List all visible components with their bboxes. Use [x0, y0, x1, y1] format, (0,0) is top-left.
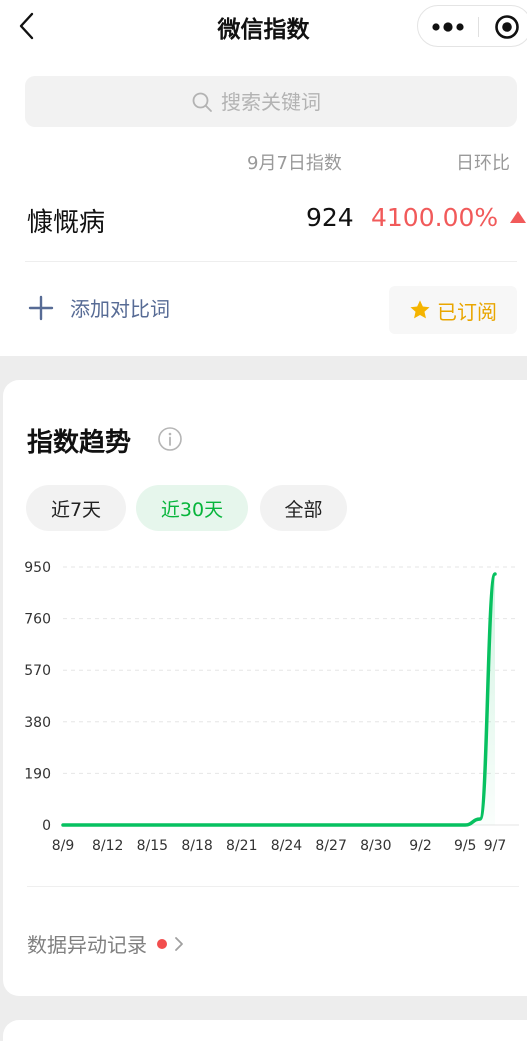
y-tick-label: 0 [42, 818, 51, 834]
data-point [419, 823, 422, 827]
more-dots-icon [432, 22, 464, 32]
subscribe-button[interactable]: 已订阅 [389, 286, 517, 334]
add-compare-label: 添加对比词 [70, 297, 170, 321]
x-tick-label: 9/5 [454, 838, 477, 854]
capsule-divider [478, 17, 479, 37]
search-icon [192, 92, 212, 112]
x-tick-label: 8/18 [181, 838, 212, 854]
keyword-name[interactable]: 慷慨病 [27, 202, 105, 239]
x-tick-label: 8/30 [360, 838, 391, 854]
more-button[interactable] [430, 16, 466, 38]
data-point [136, 823, 139, 827]
data-point [493, 572, 497, 576]
range-7-days-button[interactable]: 近7天 [26, 485, 126, 531]
x-tick-label: 8/27 [315, 838, 346, 854]
data-point [434, 823, 437, 827]
data-point [166, 823, 169, 827]
data-point [255, 823, 258, 827]
data-point [151, 823, 154, 827]
x-tick-label: 8/12 [92, 838, 123, 854]
y-tick-label: 760 [24, 612, 51, 628]
keyword-index-value: 924 [306, 203, 354, 232]
data-point [344, 823, 348, 827]
range-all-button[interactable]: 全部 [260, 485, 347, 531]
keyword-change-value: 4100.00% [371, 203, 499, 232]
info-icon[interactable] [157, 426, 183, 452]
data-point [404, 823, 407, 827]
trend-up-icon [510, 211, 526, 223]
trend-line-chart: 0 190 380 570 760 950 8/9 8/12 8/15 8/18 8/21 8/24… [24, 560, 519, 854]
search-bar[interactable] [25, 76, 517, 127]
y-tick-label: 950 [24, 560, 51, 576]
data-point [300, 823, 303, 827]
chevron-right-icon [175, 936, 183, 951]
y-tick-label: 380 [24, 715, 51, 731]
anomaly-records-link[interactable]: 数据异动记录 [27, 929, 185, 958]
y-tick-label: 570 [24, 663, 51, 679]
data-point [106, 823, 109, 827]
data-point [315, 823, 318, 827]
trend-area-fill [63, 574, 495, 825]
x-tick-label: 9/7 [484, 838, 507, 854]
trend-title: 指数趋势 [27, 428, 132, 458]
x-tick-label: 8/15 [137, 838, 168, 854]
mini-program-capsule [417, 5, 527, 47]
trend-card: 指数趋势 近7天 近30天 全部 0 190 380 570 760 950 8/9 8/1… [3, 380, 527, 996]
x-tick-label: 8/21 [226, 838, 257, 854]
card-divider [27, 886, 519, 887]
data-point [195, 823, 199, 827]
y-tick-label: 190 [24, 766, 51, 782]
add-compare-button[interactable]: 添加对比词 [28, 293, 170, 322]
range-30-days-button[interactable]: 近30天 [136, 485, 248, 531]
data-point [449, 823, 452, 827]
trend-series-line [61, 572, 497, 827]
data-point [91, 823, 94, 827]
star-icon [410, 300, 430, 319]
plus-icon [28, 295, 54, 320]
data-point [329, 823, 333, 827]
data-point [76, 823, 80, 827]
search-input[interactable] [221, 89, 351, 114]
x-tick-label: 8/9 [52, 838, 75, 854]
data-point [285, 823, 288, 827]
data-point [478, 817, 482, 821]
close-mini-program-button[interactable] [494, 14, 520, 40]
anomaly-records-label: 数据异动记录 [27, 933, 147, 957]
data-point [121, 823, 124, 827]
column-header-index: 9月7日指数 [247, 153, 342, 174]
data-point [225, 823, 229, 827]
target-circle-icon [495, 15, 519, 39]
data-point [61, 823, 65, 827]
data-point [210, 823, 214, 827]
data-point [389, 823, 392, 827]
column-header-change: 日环比 [456, 153, 510, 174]
data-point [240, 823, 243, 827]
row-divider [25, 261, 517, 262]
subscribe-label: 已订阅 [437, 299, 497, 324]
data-point [374, 823, 378, 827]
notification-dot [157, 938, 167, 949]
data-point [270, 823, 273, 827]
x-tick-label: 9/2 [409, 838, 432, 854]
data-point [464, 823, 467, 827]
x-tick-label: 8/24 [271, 838, 303, 854]
keyword-summary-panel: 微信指数 9月7日指数 日环比 慷慨病 924 4100.00% [0, 0, 527, 356]
data-point [180, 823, 184, 827]
data-point [359, 823, 363, 827]
next-section-card [3, 1020, 527, 1041]
